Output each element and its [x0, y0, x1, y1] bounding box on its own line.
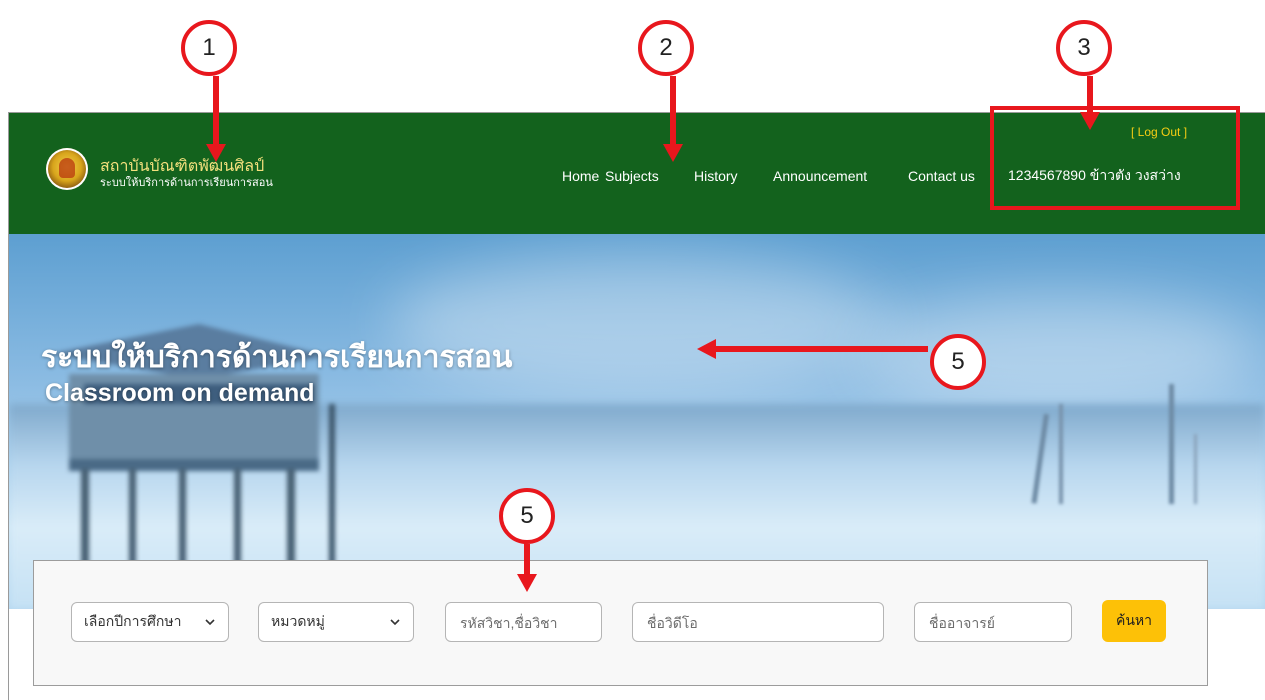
- nav-subjects[interactable]: Subjects: [605, 168, 659, 184]
- hero-banner: ระบบให้บริการด้านการเรียนการสอน Classroo…: [9, 234, 1265, 609]
- user-area-highlight-box: [990, 106, 1240, 210]
- nav-contact-us[interactable]: Contact us: [908, 168, 975, 184]
- annotation-marker-5-search: 5: [499, 488, 555, 544]
- annotation-marker-2: 2: [638, 20, 694, 76]
- teacher-name-input[interactable]: [927, 603, 1063, 643]
- subject-search-field[interactable]: [445, 602, 602, 643]
- hero-title-thai: ระบบให้บริการด้านการเรียนการสอน: [41, 341, 513, 374]
- nav-home[interactable]: Home: [562, 168, 599, 184]
- annotation-marker-3: 3: [1056, 20, 1112, 76]
- video-name-input[interactable]: [645, 603, 875, 643]
- chevron-down-icon: [390, 619, 400, 626]
- subject-search-input[interactable]: [458, 603, 593, 643]
- category-select-value: หมวดหมู่: [271, 613, 325, 629]
- search-button[interactable]: ค้นหา: [1102, 600, 1166, 642]
- chevron-down-icon: [205, 619, 215, 626]
- category-select[interactable]: หมวดหมู่: [258, 602, 414, 642]
- academic-year-select[interactable]: เลือกปีการศึกษา: [71, 602, 229, 642]
- annotation-marker-5-hero: 5: [930, 334, 986, 390]
- academic-year-select-value: เลือกปีการศึกษา: [84, 613, 182, 629]
- logo-subtitle[interactable]: ระบบให้บริการด้านการเรียนการสอน: [100, 173, 273, 191]
- teacher-name-field[interactable]: [914, 602, 1072, 643]
- hero-title-english: Classroom on demand: [45, 379, 315, 407]
- sea-poles-image: [1031, 384, 1197, 504]
- institute-emblem-icon[interactable]: [46, 148, 88, 190]
- video-name-field[interactable]: [632, 602, 884, 643]
- nav-history[interactable]: History: [694, 168, 738, 184]
- annotation-marker-1: 1: [181, 20, 237, 76]
- nav-announcement[interactable]: Announcement: [773, 168, 867, 184]
